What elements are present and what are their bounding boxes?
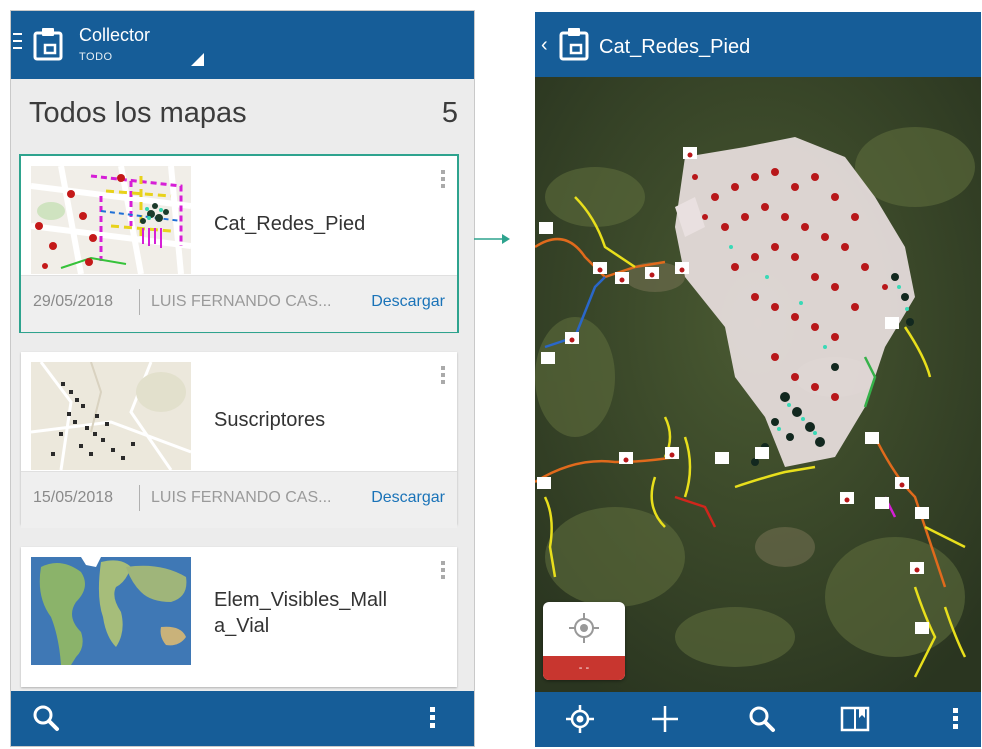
card-more-icon[interactable] — [441, 561, 445, 582]
locate-icon[interactable] — [565, 704, 595, 734]
arrow-icon — [474, 234, 510, 244]
card-more-icon[interactable] — [441, 170, 445, 191]
collector-logo-icon — [559, 28, 589, 61]
more-icon[interactable] — [953, 708, 958, 732]
card-more-icon[interactable] — [441, 366, 445, 387]
hamburger-icon[interactable] — [13, 33, 22, 54]
card-footer: 29/05/2018 LUIS FERNANDO CAS... Descarga… — [21, 275, 457, 332]
maps-count: 5 — [441, 97, 458, 129]
app-title: Collector — [79, 25, 151, 45]
map-date: 29/05/2018 — [33, 293, 114, 310]
maps-title: Todos los mapas — [29, 97, 247, 129]
add-icon[interactable] — [650, 704, 680, 734]
map-card[interactable]: Suscriptores 15/05/2018 LUIS FERNANDO CA… — [21, 352, 457, 528]
maps-header: Todos los mapas 5 — [11, 79, 474, 153]
map-title: Cat_Redes_Pied — [599, 36, 751, 58]
search-icon[interactable] — [747, 704, 777, 734]
location-accuracy-panel[interactable]: - - — [543, 602, 625, 680]
gps-icon — [569, 613, 599, 643]
left-phone-screen: Collector TODO Todos los mapas 5 Cat_Red… — [10, 10, 475, 747]
divider — [139, 485, 140, 511]
map-owner: LUIS FERNANDO CAS... — [151, 489, 332, 506]
map-thumbnail — [31, 362, 191, 470]
bottom-toolbar — [11, 691, 474, 746]
map-name: Cat_Redes_Pied — [214, 213, 366, 235]
map-owner: LUIS FERNANDO CAS... — [151, 293, 332, 310]
back-icon[interactable]: ‹ — [541, 34, 548, 57]
app-subtitle: TODO — [79, 51, 113, 63]
bookmark-icon[interactable] — [840, 704, 870, 734]
more-icon[interactable] — [430, 707, 435, 731]
filter-dropdown-icon[interactable] — [191, 53, 204, 66]
download-button[interactable]: Descargar — [371, 489, 445, 507]
collector-logo-icon — [33, 28, 63, 61]
download-button[interactable]: Descargar — [371, 293, 445, 311]
accuracy-value: - - — [543, 656, 625, 680]
map-name: Suscriptores — [214, 409, 326, 431]
map-view[interactable] — [535, 77, 981, 692]
right-phone-screen: ‹ Cat_Redes_Pied - - — [535, 12, 981, 747]
map-date: 15/05/2018 — [33, 489, 114, 506]
app-bar: Collector TODO — [11, 11, 474, 79]
map-thumbnail — [31, 557, 191, 665]
map-thumbnail — [31, 166, 191, 274]
map-app-bar: ‹ Cat_Redes_Pied — [535, 12, 981, 77]
map-name: Elem_Visibles_Mall a_Vial — [214, 589, 388, 637]
divider — [139, 289, 140, 315]
search-icon[interactable] — [31, 703, 61, 733]
map-card[interactable]: Cat_Redes_Pied 29/05/2018 LUIS FERNANDO … — [19, 154, 459, 333]
card-footer: 15/05/2018 LUIS FERNANDO CAS... Descarga… — [21, 471, 457, 528]
map-card[interactable]: Elem_Visibles_Mall a_Vial — [21, 547, 457, 687]
map-toolbar — [535, 692, 981, 747]
